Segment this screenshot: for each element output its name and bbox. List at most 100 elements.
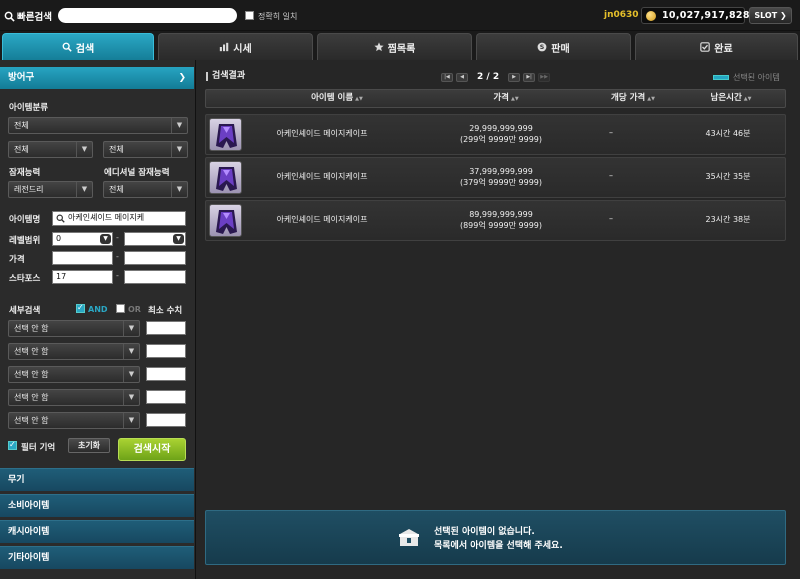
next-page-icon[interactable]: ▶ bbox=[508, 72, 521, 82]
min-value-label: 최소 수치 bbox=[148, 306, 183, 316]
category-weapon[interactable]: 무기 bbox=[0, 468, 194, 491]
tab-wishlist[interactable]: 찜목록 bbox=[317, 33, 472, 60]
results-title: 검색결과 bbox=[206, 72, 245, 81]
potential-select[interactable]: 레전드리 ▼ bbox=[8, 181, 93, 198]
table-row[interactable]: 아케인셰이드 메이지케이프 89,999,999,999 (899억 9999만 … bbox=[205, 200, 786, 241]
potential-label: 잠재능력 bbox=[9, 168, 41, 178]
results-panel: 검색결과 |◀ ◀ 2 / 2 ▶ ▶| ▶▶ 선택된 아이템 아이템 이름 ▲▼… bbox=[199, 60, 800, 579]
slot-button[interactable]: SLOT ❯ bbox=[749, 7, 792, 24]
svg-text:S: S bbox=[540, 44, 545, 51]
option-min-input-5[interactable] bbox=[146, 413, 186, 427]
last-page-icon[interactable]: ▶| bbox=[523, 72, 536, 82]
exact-match-checkbox[interactable] bbox=[245, 11, 254, 20]
chevron-down-icon: ▼ bbox=[100, 234, 111, 244]
additional-potential-select[interactable]: 전체 ▼ bbox=[103, 181, 188, 198]
level-max-select[interactable]: ▼ bbox=[124, 232, 186, 246]
prev-page-icon[interactable]: ◀ bbox=[456, 72, 468, 82]
chevron-down-icon: ▼ bbox=[171, 182, 187, 197]
sub-class-select-1[interactable]: 전체 ▼ bbox=[8, 141, 93, 158]
check-box-icon bbox=[700, 42, 711, 52]
chevron-down-icon: ▼ bbox=[123, 367, 139, 382]
next-block-icon[interactable]: ▶▶ bbox=[538, 72, 551, 82]
tab-search[interactable]: 검색 bbox=[2, 33, 154, 60]
results-table-header: 아이템 이름 ▲▼ 가격 ▲▼ 개당 가격 ▲▼ 남은시간 ▲▼ bbox=[205, 89, 786, 108]
table-row[interactable]: 아케인셰이드 메이지케이프 37,999,999,999 (379억 9999만 … bbox=[205, 157, 786, 198]
filter-panel: 방어구 ❯ 아이템분류 전체 ▼ 전체 ▼ 전체 ▼ 잠재능력 에디셔널 잠재능력 레… bbox=[0, 60, 196, 579]
item-class-select[interactable]: 전체 ▼ bbox=[8, 117, 188, 134]
chevron-down-icon: ▼ bbox=[123, 344, 139, 359]
option-select-4[interactable]: 선택 안 함 ▼ bbox=[8, 389, 140, 406]
option-min-input-4[interactable] bbox=[146, 390, 186, 404]
option-select-2[interactable]: 선택 안 함 ▼ bbox=[8, 343, 140, 360]
chevron-down-icon: ▼ bbox=[123, 321, 139, 336]
selected-swatch bbox=[713, 75, 729, 80]
option-min-input-1[interactable] bbox=[146, 321, 186, 335]
search-icon bbox=[4, 11, 15, 22]
quick-search-input[interactable] bbox=[58, 8, 237, 23]
and-checkbox[interactable] bbox=[76, 303, 85, 313]
remember-filter-checkbox[interactable] bbox=[8, 440, 17, 450]
item-name: 아케인셰이드 메이지케이프 bbox=[276, 129, 368, 138]
chevron-down-icon: ▼ bbox=[171, 142, 187, 157]
price-min-input[interactable] bbox=[52, 251, 113, 265]
search-start-button[interactable]: 검색시작 bbox=[118, 438, 186, 461]
top-bar: 빠른검색 정확히 일치 jn0630 10,027,917,828 SLOT ❯ bbox=[0, 0, 800, 31]
price-label: 가격 bbox=[9, 255, 25, 265]
selected-legend: 선택된 아이템 bbox=[713, 72, 780, 83]
quick-search-label: 빠른검색 bbox=[4, 9, 52, 23]
tab-complete[interactable]: 완료 bbox=[635, 33, 798, 60]
item-name: 아케인셰이드 메이지케이프 bbox=[276, 215, 368, 224]
item-unit-price: – bbox=[609, 214, 613, 223]
item-unit-price: – bbox=[609, 128, 613, 137]
auction-window: 빠른검색 정확히 일치 jn0630 10,027,917,828 SLOT ❯… bbox=[0, 0, 800, 579]
option-select-5[interactable]: 선택 안 함 ▼ bbox=[8, 412, 140, 429]
sort-icon: ▲▼ bbox=[647, 96, 655, 102]
item-time-left: 35시간 35분 bbox=[705, 172, 751, 181]
chevron-down-icon: ▼ bbox=[171, 118, 187, 133]
column-time-left[interactable]: 남은시간 ▲▼ bbox=[676, 90, 786, 108]
chevron-down-icon: ▼ bbox=[76, 142, 92, 157]
item-name-input[interactable]: 아케인셰이드 메이지케 bbox=[52, 211, 186, 226]
additional-potential-label: 에디셔널 잠재능력 bbox=[104, 168, 170, 178]
tab-sell[interactable]: S 판매 bbox=[476, 33, 631, 60]
starforce-min-input[interactable]: 17 bbox=[52, 270, 113, 284]
coin-s-icon: S bbox=[537, 42, 547, 52]
or-checkbox[interactable] bbox=[116, 304, 125, 313]
chevron-down-icon: ❯ bbox=[178, 73, 186, 83]
column-unit-price[interactable]: 개당 가격 ▲▼ bbox=[578, 90, 688, 108]
item-name-label: 아이템명 bbox=[9, 215, 41, 225]
category-etc[interactable]: 기타아이템 bbox=[0, 546, 194, 569]
category-header-armor[interactable]: 방어구 ❯ bbox=[0, 67, 194, 89]
main-tabs: 검색 시세 찜목록 S 판매 완료 bbox=[0, 31, 800, 60]
tab-market-price[interactable]: 시세 bbox=[158, 33, 313, 60]
column-price[interactable]: 가격 ▲▼ bbox=[456, 90, 556, 108]
first-page-icon[interactable]: |◀ bbox=[441, 72, 453, 82]
range-dash: - bbox=[116, 271, 119, 280]
sub-class-select-2[interactable]: 전체 ▼ bbox=[103, 141, 188, 158]
option-min-input-2[interactable] bbox=[146, 344, 186, 358]
sort-icon: ▲▼ bbox=[510, 96, 519, 102]
reset-button[interactable]: 초기화 bbox=[68, 438, 110, 453]
item-name: 아케인셰이드 메이지케이프 bbox=[276, 172, 368, 181]
table-row[interactable]: 아케인셰이드 메이지케이프 29,999,999,999 (299억 9999만 … bbox=[205, 114, 786, 155]
option-min-input-3[interactable] bbox=[146, 367, 186, 381]
starforce-max-input[interactable] bbox=[124, 270, 186, 284]
item-unit-price: – bbox=[609, 171, 613, 180]
option-select-1[interactable]: 선택 안 함 ▼ bbox=[8, 320, 140, 337]
category-cash[interactable]: 캐시아이템 bbox=[0, 520, 194, 543]
price-max-input[interactable] bbox=[124, 251, 186, 265]
option-select-3[interactable]: 선택 안 함 ▼ bbox=[8, 366, 140, 383]
category-consumable[interactable]: 소비아이템 bbox=[0, 494, 194, 517]
starforce-label: 스타포스 bbox=[9, 274, 41, 284]
sort-icon: ▲▼ bbox=[743, 96, 752, 102]
range-dash: - bbox=[116, 233, 119, 242]
detail-search-label: 세부검색 bbox=[9, 306, 41, 316]
column-item-name[interactable]: 아이템 이름 ▲▼ bbox=[262, 90, 412, 108]
cape-item-icon bbox=[209, 161, 242, 194]
chevron-down-icon: ▼ bbox=[173, 234, 184, 244]
level-min-select[interactable]: 0 ▼ bbox=[52, 232, 113, 246]
empty-box-icon bbox=[399, 529, 419, 546]
item-time-left: 43시간 46분 bbox=[705, 129, 751, 138]
cape-item-icon bbox=[209, 204, 242, 237]
chevron-down-icon: ▼ bbox=[76, 182, 92, 197]
